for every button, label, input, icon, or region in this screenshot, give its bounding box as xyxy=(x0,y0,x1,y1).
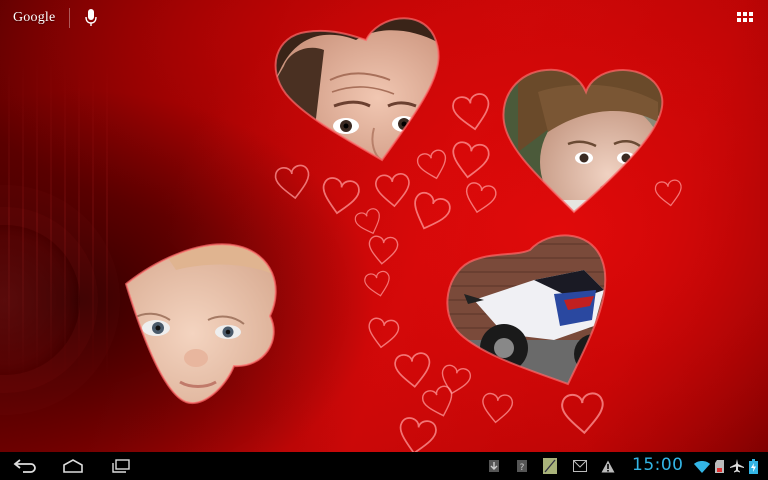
back-icon[interactable] xyxy=(10,456,40,476)
clock[interactable]: 15:00 xyxy=(632,455,684,475)
microphone-icon[interactable] xyxy=(82,7,100,29)
photo-heart-girl[interactable] xyxy=(498,62,670,218)
airplane-icon xyxy=(730,458,744,474)
system-bar: ? 15:00 xyxy=(0,452,768,480)
google-logo: Google xyxy=(13,10,56,25)
search-divider xyxy=(69,8,71,28)
sd-card-icon xyxy=(714,458,724,474)
battery-charging-icon xyxy=(748,458,758,474)
warning-icon[interactable] xyxy=(600,458,616,474)
google-search-button[interactable]: Google xyxy=(13,7,100,29)
outline-heart xyxy=(367,234,399,266)
gmail-icon[interactable] xyxy=(572,458,588,474)
outline-heart xyxy=(393,351,433,390)
photo-heart-baby[interactable] xyxy=(116,240,286,410)
outline-heart xyxy=(560,391,606,436)
photo-heart-woman[interactable] xyxy=(270,10,450,170)
outline-heart xyxy=(395,415,439,452)
photo-heart-motorcycle[interactable] xyxy=(444,230,614,390)
home-icon[interactable] xyxy=(58,456,88,476)
outline-heart xyxy=(352,206,386,239)
outline-heart xyxy=(406,189,454,236)
outline-heart xyxy=(374,172,412,209)
outline-heart xyxy=(362,269,394,299)
recent-apps-icon[interactable] xyxy=(106,456,136,476)
outline-heart xyxy=(480,392,514,425)
outline-heart xyxy=(450,91,494,134)
outline-heart xyxy=(461,180,499,216)
all-apps-grid-icon[interactable] xyxy=(736,9,754,27)
outline-heart xyxy=(365,316,401,351)
outline-heart xyxy=(449,140,491,181)
wifi-icon xyxy=(694,458,710,474)
svg-text:?: ? xyxy=(520,463,525,473)
download-icon[interactable] xyxy=(486,458,502,474)
image-app-icon[interactable] xyxy=(542,458,558,474)
unknown-app-icon[interactable]: ? xyxy=(514,458,530,474)
outline-heart xyxy=(318,175,362,218)
